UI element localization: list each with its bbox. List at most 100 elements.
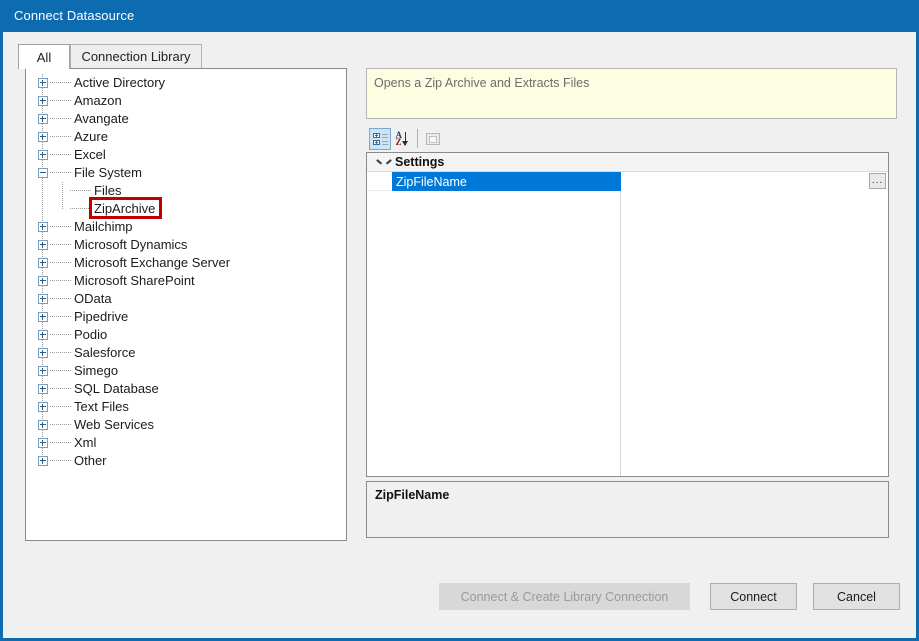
tree-item[interactable]: SQL Database — [26, 380, 346, 398]
tree-item[interactable]: Pipedrive — [26, 308, 346, 326]
expand-plus-icon[interactable] — [38, 330, 48, 340]
connect-create-library-connection-button[interactable]: Connect & Create Library Connection — [439, 583, 690, 610]
tree-child-item[interactable]: ZipArchive — [26, 200, 346, 218]
expand-plus-icon[interactable] — [38, 258, 48, 268]
window-title: Connect Datasource — [14, 8, 135, 23]
tree-connector-stub — [50, 136, 72, 137]
tree-item-label: Avangate — [74, 111, 129, 126]
expand-plus-icon[interactable] — [38, 222, 48, 232]
tree-connector-stub — [70, 208, 92, 209]
tree-connector-stub — [70, 190, 92, 191]
tree-item[interactable]: Mailchimp — [26, 218, 346, 236]
collapse-minus-icon[interactable] — [38, 168, 48, 178]
tree-connector-stub — [50, 388, 72, 389]
tree-item[interactable]: Podio — [26, 326, 346, 344]
tree-connector-stub — [50, 244, 72, 245]
tree-item[interactable]: Simego — [26, 362, 346, 380]
table-row[interactable]: ZipFileName ... — [367, 172, 888, 191]
expand-plus-icon[interactable] — [38, 420, 48, 430]
tree-item[interactable]: Text Files — [26, 398, 346, 416]
property-name-zipfilename[interactable]: ZipFileName — [392, 172, 621, 191]
tree-item[interactable]: Active Directory — [26, 74, 346, 92]
tree-connector-stub — [50, 334, 72, 335]
toolbar-separator — [417, 129, 418, 148]
tree-connector-stub — [50, 262, 72, 263]
tree-item[interactable]: Microsoft Exchange Server — [26, 254, 346, 272]
tree-connector-stub — [50, 226, 72, 227]
tree-connector-stub — [50, 280, 72, 281]
connect-button[interactable]: Connect — [710, 583, 797, 610]
tree-item-label: Xml — [74, 435, 97, 450]
tree-child-item[interactable]: Files — [26, 182, 346, 200]
tree-item-label: Salesforce — [74, 345, 136, 360]
tree-connector-stub — [50, 172, 72, 173]
tree-item[interactable]: OData — [26, 290, 346, 308]
tree-item-label: Microsoft SharePoint — [74, 273, 195, 288]
chevron-down-icon[interactable] — [377, 159, 386, 164]
tree-item-label: Simego — [74, 363, 119, 378]
expand-plus-icon[interactable] — [38, 240, 48, 250]
tree-item-label: Files — [94, 183, 122, 198]
tree-item[interactable]: Salesforce — [26, 344, 346, 362]
expand-plus-icon[interactable] — [38, 276, 48, 286]
tree-item[interactable]: File System — [26, 164, 346, 182]
tree-connector-stub — [50, 100, 72, 101]
tab-all-label: All — [36, 49, 52, 65]
property-help-panel: ZipFileName — [366, 481, 889, 538]
tree-item[interactable]: Microsoft SharePoint — [26, 272, 346, 290]
expand-plus-icon[interactable] — [38, 96, 48, 106]
tab-all[interactable]: All — [18, 44, 70, 69]
tree-item-label: File System — [74, 165, 142, 180]
expand-plus-icon[interactable] — [38, 294, 48, 304]
tree-item[interactable]: Avangate — [26, 110, 346, 128]
tab-connection-library-label: Connection Library — [81, 49, 191, 64]
cancel-button[interactable]: Cancel — [813, 583, 900, 610]
tree-item[interactable]: Azure — [26, 128, 346, 146]
tree-item[interactable]: Web Services — [26, 416, 346, 434]
alphabetical-sort-button[interactable]: AZ — [393, 128, 415, 150]
property-category-row[interactable]: Settings — [367, 153, 888, 172]
browse-ellipsis-button[interactable]: ... — [869, 173, 886, 189]
tree-item-label: ZipArchive — [94, 201, 156, 216]
tree-item-label: SQL Database — [74, 381, 159, 396]
tab-connection-library[interactable]: Connection Library — [70, 44, 202, 68]
expand-plus-icon[interactable] — [38, 132, 48, 142]
tree-connector-line — [62, 200, 63, 209]
expand-plus-icon[interactable] — [38, 384, 48, 394]
expand-plus-icon[interactable] — [38, 456, 48, 466]
tree-item-label: Text Files — [74, 399, 129, 414]
property-category-label: Settings — [395, 155, 445, 169]
expand-plus-icon[interactable] — [38, 402, 48, 412]
expand-plus-icon[interactable] — [38, 366, 48, 376]
tree-item-label: Azure — [74, 129, 108, 144]
categorized-view-button[interactable] — [369, 128, 391, 150]
grid-column-splitter[interactable] — [620, 153, 621, 476]
datasource-tree-panel[interactable]: Active Directory Amazon Avangate Azure Excel… — [25, 68, 347, 541]
expand-plus-icon[interactable] — [38, 150, 48, 160]
tree-item[interactable]: Amazon — [26, 92, 346, 110]
categorized-view-icon — [372, 132, 388, 146]
expand-plus-icon[interactable] — [38, 438, 48, 448]
tree-item[interactable]: Xml — [26, 434, 346, 452]
connect-datasource-dialog: Connect Datasource All Connection Librar… — [0, 0, 919, 641]
tree-item-label: Web Services — [74, 417, 154, 432]
tree-item[interactable]: Other — [26, 452, 346, 470]
expand-plus-icon[interactable] — [38, 114, 48, 124]
datasource-description-box: Opens a Zip Archive and Extracts Files — [366, 68, 897, 119]
property-grid[interactable]: Settings ZipFileName ... — [366, 152, 889, 477]
expand-plus-icon[interactable] — [38, 312, 48, 322]
tree-connector-stub — [50, 442, 72, 443]
tree-item[interactable]: Microsoft Dynamics — [26, 236, 346, 254]
property-value-zipfilename[interactable]: ... — [621, 172, 888, 191]
property-pages-icon — [426, 133, 440, 145]
title-bar: Connect Datasource — [0, 0, 919, 32]
tree-item[interactable]: Excel — [26, 146, 346, 164]
datasource-tree: Active Directory Amazon Avangate Azure Excel… — [26, 74, 346, 470]
tree-connector-stub — [50, 460, 72, 461]
property-pages-button[interactable] — [422, 128, 444, 150]
tree-item-label: Other — [74, 453, 107, 468]
expand-plus-icon[interactable] — [38, 348, 48, 358]
expand-plus-icon[interactable] — [38, 78, 48, 88]
connect-create-library-connection-label: Connect & Create Library Connection — [460, 589, 669, 604]
tree-item-label: Mailchimp — [74, 219, 133, 234]
